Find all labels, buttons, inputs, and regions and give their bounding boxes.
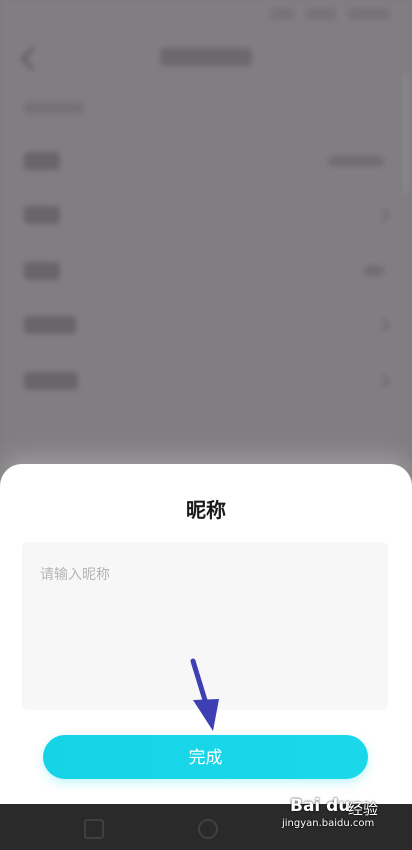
- watermark-brand: Bai du: [290, 796, 351, 816]
- done-button[interactable]: 完成: [43, 735, 368, 779]
- page-title-blurred: [160, 48, 252, 66]
- page-header: [0, 40, 412, 76]
- row-label-blurred: [24, 206, 60, 224]
- watermark-url: jingyan.baidu.com: [282, 818, 375, 829]
- back-arrow-icon[interactable]: [20, 46, 45, 71]
- chevron-right-icon: [375, 207, 391, 223]
- scrollbar: [404, 74, 408, 194]
- divider: [24, 351, 412, 352]
- sheet-title: 昵称: [186, 498, 226, 522]
- settings-row[interactable]: [0, 298, 412, 352]
- divider: [24, 407, 412, 408]
- home-icon[interactable]: [198, 819, 218, 839]
- row-label-blurred: [24, 316, 76, 334]
- settings-row[interactable]: [0, 244, 412, 298]
- nickname-input-placeholder: 请输入昵称: [40, 567, 110, 583]
- row-label-blurred: [24, 372, 78, 390]
- status-icons: [270, 8, 390, 20]
- row-value-blurred: [364, 266, 384, 276]
- divider: [24, 241, 412, 242]
- menu-icon[interactable]: [84, 819, 104, 839]
- nickname-sheet: 昵称 请输入昵称 完成: [0, 464, 412, 804]
- baidu-jingyan-watermark: Bai du 经验 jingyan.baidu.com: [282, 796, 390, 836]
- row-label-blurred: [24, 262, 60, 280]
- section-label-blurred: [24, 102, 84, 114]
- chevron-right-icon: [375, 317, 391, 333]
- settings-row[interactable]: [0, 134, 412, 188]
- status-bar: [0, 0, 412, 28]
- chevron-right-icon: [375, 373, 391, 389]
- nickname-input[interactable]: 请输入昵称: [22, 542, 388, 710]
- row-label-blurred: [24, 152, 60, 170]
- watermark-name: 经验: [348, 800, 379, 818]
- background-page: [0, 0, 412, 470]
- row-value-blurred: [328, 156, 384, 166]
- settings-row[interactable]: [0, 354, 412, 408]
- settings-row[interactable]: [0, 188, 412, 242]
